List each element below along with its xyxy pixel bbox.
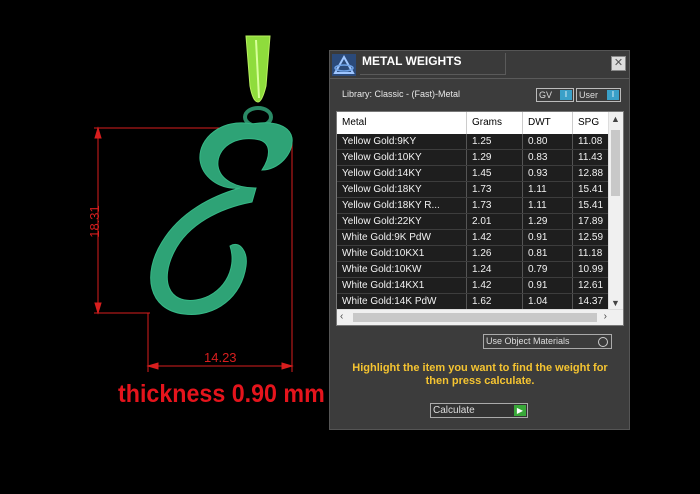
close-icon: ✕ bbox=[613, 57, 624, 69]
metal-cell: Yellow Gold:9KY bbox=[337, 134, 467, 149]
spg-cell: 12.59 bbox=[573, 230, 613, 245]
close-button[interactable]: ✕ bbox=[611, 56, 626, 71]
height-dimension-label: 18.31 bbox=[86, 205, 102, 238]
scroll-up-icon[interactable]: ▲ bbox=[611, 114, 620, 124]
thickness-label: thickness 0.90 mm bbox=[118, 380, 325, 408]
table-row[interactable]: White Gold:9K PdW 1.42 0.91 12.59 bbox=[337, 230, 613, 246]
grams-cell: 1.62 bbox=[467, 294, 523, 309]
spg-cell: 15.41 bbox=[573, 182, 613, 197]
calculate-label: Calculate bbox=[433, 405, 475, 416]
vertical-scroll-thumb[interactable] bbox=[611, 130, 620, 196]
use-object-materials-option[interactable]: Use Object Materials bbox=[483, 334, 612, 349]
dwt-cell: 0.93 bbox=[523, 166, 573, 181]
scroll-right-icon[interactable]: › bbox=[604, 311, 607, 322]
dwt-cell: 0.80 bbox=[523, 134, 573, 149]
metal-cell: Yellow Gold:10KY bbox=[337, 150, 467, 165]
pendant-drawing bbox=[94, 35, 294, 372]
horizontal-scroll-thumb[interactable] bbox=[353, 313, 597, 322]
table-row[interactable]: Yellow Gold:22KY 2.01 1.29 17.89 bbox=[337, 214, 613, 230]
panel-title: METAL WEIGHTS bbox=[360, 53, 506, 75]
library-label: Library: Classic - (Fast)-Metal bbox=[342, 89, 461, 99]
metal-cell: White Gold:14KX1 bbox=[337, 278, 467, 293]
instruction-text: Highlight the item you want to find the … bbox=[352, 362, 608, 387]
spg-cell: 14.37 bbox=[573, 294, 613, 309]
grams-cell: 1.26 bbox=[467, 246, 523, 261]
horizontal-scrollbar[interactable]: ‹ › bbox=[337, 309, 623, 325]
dwt-cell: 0.91 bbox=[523, 278, 573, 293]
table-row[interactable]: White Gold:10KX1 1.26 0.81 11.18 bbox=[337, 246, 613, 262]
spg-cell: 10.99 bbox=[573, 262, 613, 277]
radio-icon[interactable] bbox=[598, 337, 608, 347]
column-header-grams[interactable]: Grams bbox=[467, 112, 523, 134]
scroll-down-icon[interactable]: ▼ bbox=[611, 298, 620, 308]
grams-cell: 1.73 bbox=[467, 198, 523, 213]
dwt-cell: 1.29 bbox=[523, 214, 573, 229]
use-object-materials-label: Use Object Materials bbox=[486, 336, 570, 346]
grams-cell: 1.25 bbox=[467, 134, 523, 149]
spg-cell: 15.41 bbox=[573, 198, 613, 213]
grams-cell: 1.24 bbox=[467, 262, 523, 277]
letter-e-pendant bbox=[150, 122, 293, 315]
metal-cell: Yellow Gold:22KY bbox=[337, 214, 467, 229]
grams-cell: 1.29 bbox=[467, 150, 523, 165]
table-row[interactable]: Yellow Gold:9KY 1.25 0.80 11.08 bbox=[337, 134, 613, 150]
metal-cell: White Gold:10KX1 bbox=[337, 246, 467, 261]
spg-cell: 17.89 bbox=[573, 214, 613, 229]
table-row[interactable]: Yellow Gold:10KY 1.29 0.83 11.43 bbox=[337, 150, 613, 166]
table-body: Yellow Gold:9KY 1.25 0.80 11.08 Yellow Gold:… bbox=[337, 134, 613, 310]
dwt-cell: 1.11 bbox=[523, 198, 573, 213]
width-dimension-label: 14.23 bbox=[204, 350, 237, 365]
play-arrow-icon: ▶ bbox=[514, 405, 526, 416]
dwt-cell: 1.04 bbox=[523, 294, 573, 309]
metal-cell: White Gold:14K PdW bbox=[337, 294, 467, 309]
spg-cell: 12.61 bbox=[573, 278, 613, 293]
metal-cell: Yellow Gold:18KY bbox=[337, 182, 467, 197]
grams-cell: 1.42 bbox=[467, 278, 523, 293]
spg-cell: 12.88 bbox=[573, 166, 613, 181]
spg-cell: 11.43 bbox=[573, 150, 613, 165]
metal-cell: White Gold:9K PdW bbox=[337, 230, 467, 245]
panel-titlebar[interactable]: METAL WEIGHTS ✕ bbox=[330, 51, 629, 79]
gv-toggle[interactable]: GV I bbox=[536, 88, 574, 102]
table-row[interactable]: White Gold:14KX1 1.42 0.91 12.61 bbox=[337, 278, 613, 294]
gv-toggle-label: GV bbox=[539, 90, 553, 100]
grams-cell: 1.42 bbox=[467, 230, 523, 245]
table-row[interactable]: White Gold:14K PdW 1.62 1.04 14.37 bbox=[337, 294, 613, 310]
metal-cell: Yellow Gold:14KY bbox=[337, 166, 467, 181]
toggle-indicator-icon: I bbox=[560, 90, 572, 100]
user-toggle-label: User bbox=[579, 90, 599, 100]
dwt-cell: 0.91 bbox=[523, 230, 573, 245]
user-toggle[interactable]: User I bbox=[576, 88, 621, 102]
grams-cell: 1.73 bbox=[467, 182, 523, 197]
calculate-button[interactable]: Calculate ▶ bbox=[430, 403, 528, 418]
grams-cell: 2.01 bbox=[467, 214, 523, 229]
dwt-cell: 0.81 bbox=[523, 246, 573, 261]
vertical-scrollbar[interactable]: ▲ ▼ bbox=[608, 112, 623, 310]
bail bbox=[243, 35, 273, 128]
column-header-metal[interactable]: Metal bbox=[337, 112, 467, 134]
scroll-left-icon[interactable]: ‹ bbox=[340, 311, 343, 322]
toggle-indicator-icon: I bbox=[607, 90, 619, 100]
column-header-dwt[interactable]: DWT bbox=[523, 112, 573, 134]
cad-viewport[interactable]: 18.31 14.23 thickness 0.90 mm bbox=[0, 0, 330, 489]
metal-weights-table[interactable]: Metal Grams DWT SPG Yellow Gold:9KY 1.25 0… bbox=[336, 111, 624, 326]
spg-cell: 11.18 bbox=[573, 246, 613, 261]
column-header-spg[interactable]: SPG bbox=[573, 112, 613, 134]
metal-weights-panel: METAL WEIGHTS ✕ Library: Classic - (Fast… bbox=[329, 50, 630, 430]
table-row[interactable]: Yellow Gold:18KY R... 1.73 1.11 15.41 bbox=[337, 198, 613, 214]
dwt-cell: 0.83 bbox=[523, 150, 573, 165]
table-row[interactable]: White Gold:10KW 1.24 0.79 10.99 bbox=[337, 262, 613, 278]
metal-cell: White Gold:10KW bbox=[337, 262, 467, 277]
metal-cell: Yellow Gold:18KY R... bbox=[337, 198, 467, 213]
dwt-cell: 0.79 bbox=[523, 262, 573, 277]
table-row[interactable]: Yellow Gold:14KY 1.45 0.93 12.88 bbox=[337, 166, 613, 182]
table-row[interactable]: Yellow Gold:18KY 1.73 1.11 15.41 bbox=[337, 182, 613, 198]
app-logo-icon bbox=[332, 54, 356, 76]
dimension-lines bbox=[94, 126, 294, 372]
grams-cell: 1.45 bbox=[467, 166, 523, 181]
dwt-cell: 1.11 bbox=[523, 182, 573, 197]
table-header: Metal Grams DWT SPG bbox=[337, 112, 609, 134]
spg-cell: 11.08 bbox=[573, 134, 613, 149]
